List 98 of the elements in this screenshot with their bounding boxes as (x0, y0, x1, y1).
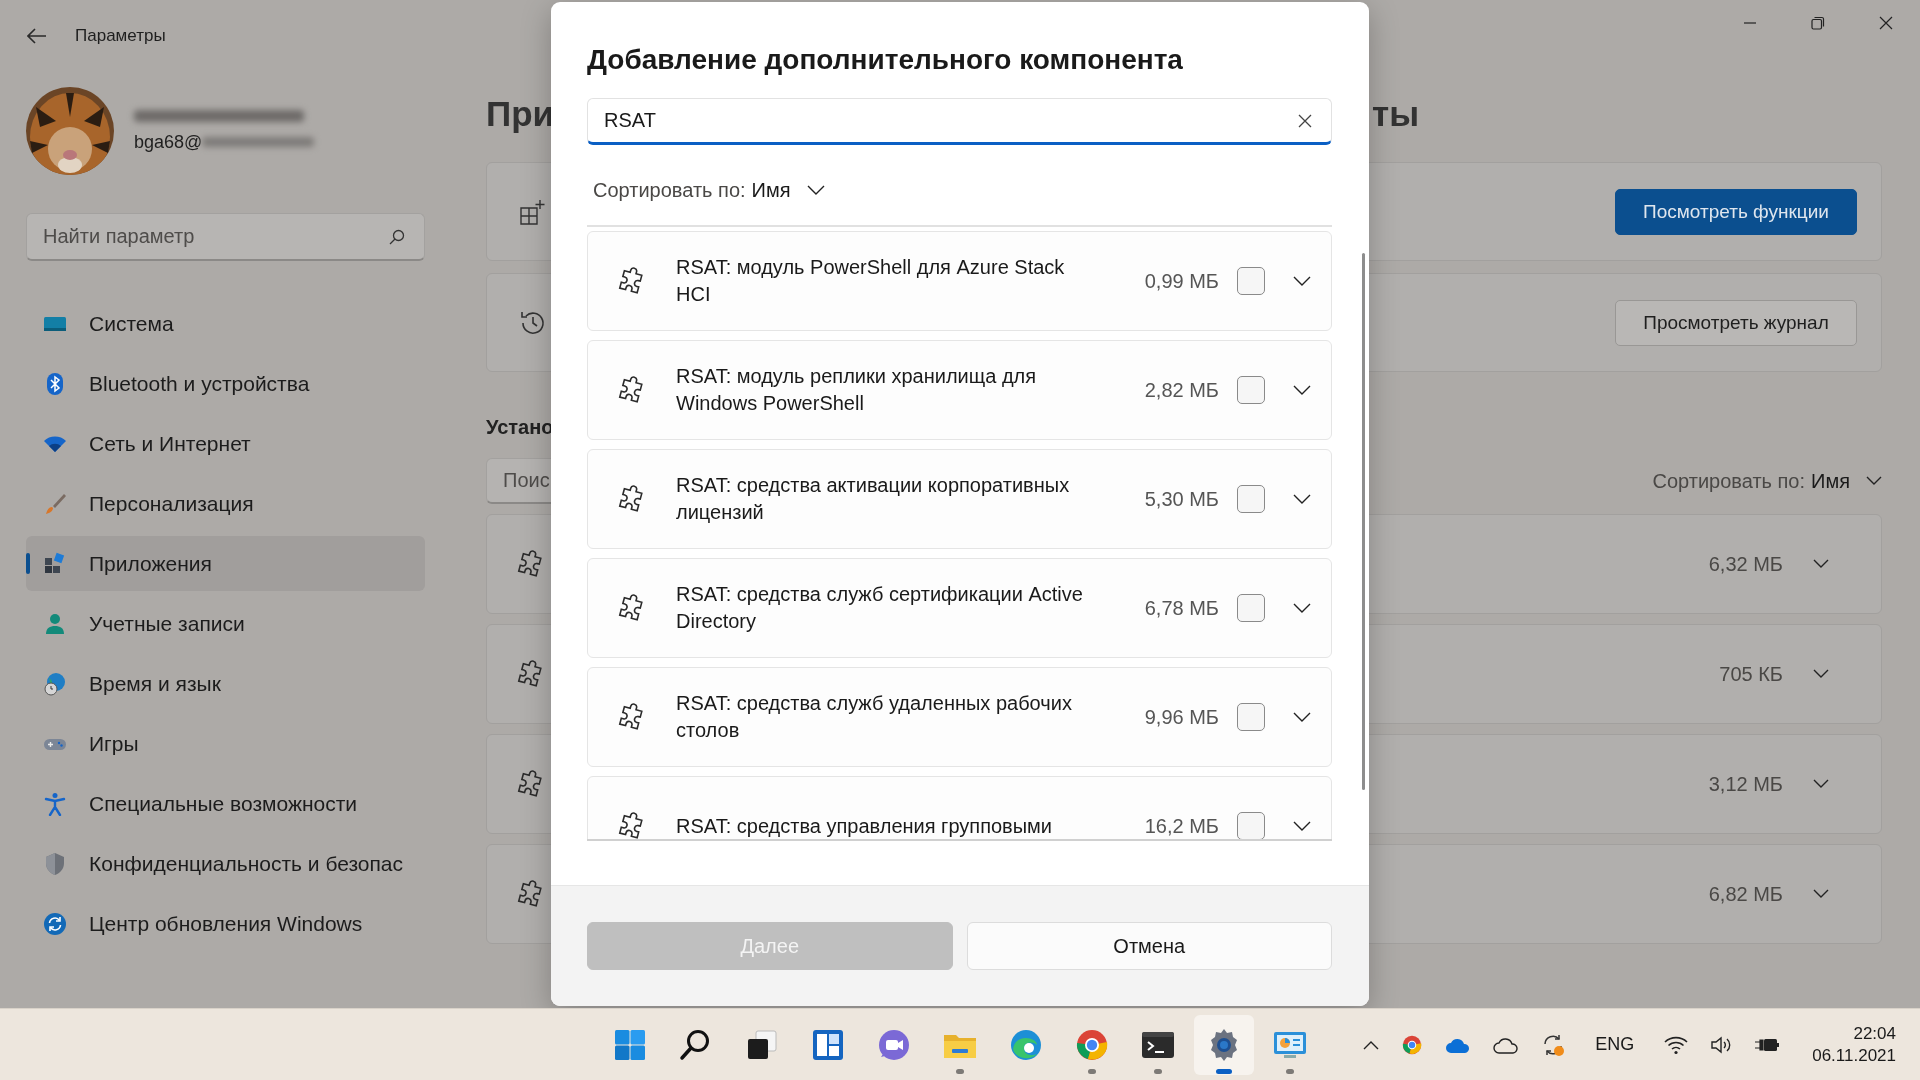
component-name: RSAT: модуль реплики хранилища для Windows PowerShell (676, 364, 1038, 416)
page-title: При (486, 94, 555, 134)
component-name: RSAT: средства управления групповыми (676, 813, 1053, 839)
time-icon (43, 671, 67, 696)
component-row[interactable]: RSAT: средства служб удаленных рабочих столов 9,96 МБ (587, 667, 1332, 767)
component-row[interactable]: RSAT: модуль реплики хранилища для Windows PowerShell 2,82 МБ (587, 340, 1332, 440)
dialog-button[interactable]: Отмена (966, 922, 1332, 970)
puzzle-icon (517, 550, 545, 578)
sync-icon[interactable] (1541, 1032, 1566, 1057)
shield-icon (43, 851, 67, 876)
clock-time[interactable]: 22:04 (1853, 1022, 1896, 1045)
account-email: bga68@ (134, 131, 203, 153)
component-size: 705 КБ (1719, 662, 1783, 686)
component-size: 5,30 МБ (1144, 487, 1219, 511)
component-size: 6,32 МБ (1708, 552, 1783, 576)
chevron-down-icon (1866, 476, 1882, 486)
chevron-down-icon[interactable] (1813, 669, 1829, 679)
chevron-down-icon[interactable] (1293, 711, 1311, 723)
component-name: RSAT: модуль PowerShell для Azure Stack HCI (676, 255, 1066, 307)
search-field[interactable]: RSAT (587, 98, 1332, 145)
component-size: 16,2 МБ (1144, 814, 1219, 838)
chrome-tray-icon[interactable] (1401, 1033, 1424, 1056)
nav-item[interactable]: Сеть и Интернет (26, 416, 425, 471)
checkbox[interactable] (1237, 485, 1265, 513)
restore-icon (1811, 16, 1825, 30)
clear-icon[interactable] (1298, 114, 1312, 128)
chevron-down-icon[interactable] (1293, 820, 1311, 832)
chevron-up-icon[interactable] (1363, 1039, 1380, 1050)
search-field[interactable]: Найти параметр (26, 213, 425, 261)
update-icon (43, 911, 67, 936)
cloud-icon[interactable] (1493, 1035, 1520, 1054)
puzzle-icon (618, 703, 646, 731)
brush-icon (43, 491, 67, 516)
nav-item[interactable]: Время и язык (26, 656, 425, 711)
checkbox[interactable] (1237, 376, 1265, 404)
chevron-down-icon (806, 184, 825, 196)
nav-item[interactable]: Специальные возможности (26, 776, 425, 831)
component-row[interactable]: RSAT: средства управления групповыми 16,2 МБ (587, 776, 1332, 839)
clock-date[interactable]: 06.11.2021 (1812, 1044, 1896, 1067)
window-title: Параметры (75, 26, 166, 46)
chevron-down-icon[interactable] (1813, 779, 1829, 789)
checkbox[interactable] (1237, 703, 1265, 731)
nav-item[interactable]: Игры (26, 716, 425, 771)
accessibility-icon (43, 791, 67, 816)
action-button[interactable]: Просмотреть журнал (1615, 299, 1857, 346)
settings-taskbar-button[interactable] (1194, 1014, 1254, 1075)
chevron-down-icon[interactable] (1293, 275, 1311, 287)
puzzle-icon (618, 485, 646, 513)
component-size: 3,12 МБ (1708, 772, 1783, 796)
page-title: ты (1372, 94, 1420, 134)
checkbox[interactable] (1237, 594, 1265, 622)
language-indicator[interactable]: ENG (1595, 1034, 1635, 1055)
chevron-down-icon[interactable] (1293, 384, 1311, 396)
chevron-down-icon[interactable] (1813, 889, 1829, 899)
checkbox[interactable] (1237, 812, 1265, 839)
component-row[interactable]: RSAT: модуль PowerShell для Azure Stack HCI 0,99 МБ (587, 231, 1332, 331)
component-name: RSAT: средства служб сертификации Active Directory (676, 582, 1084, 634)
speaker-icon[interactable] (1710, 1034, 1733, 1055)
component-size: 9,96 МБ (1144, 705, 1219, 729)
puzzle-icon (618, 267, 646, 295)
nav-item[interactable]: Приложения (26, 536, 425, 591)
component-size: 2,82 МБ (1144, 378, 1219, 402)
nav-item[interactable]: Система (26, 296, 425, 351)
puzzle-icon (618, 594, 646, 622)
apps-icon (43, 551, 67, 576)
wifi-icon[interactable] (1664, 1034, 1689, 1055)
component-row[interactable]: RSAT: средства активации корпоративных лицензий 5,30 МБ (587, 449, 1332, 549)
puzzle-icon (618, 376, 646, 404)
checkbox[interactable] (1237, 267, 1265, 295)
chevron-down-icon[interactable] (1813, 559, 1829, 569)
dialog-title: Добавление дополнительного компонента (587, 44, 1184, 77)
nav-item[interactable]: Конфиденциальность и безопас (26, 836, 425, 891)
close-icon (1879, 16, 1893, 30)
nav-item[interactable]: Учетные записи (26, 596, 425, 651)
component-name: RSAT: средства служб удаленных рабочих столов (676, 691, 1073, 743)
nav-item[interactable]: Персонализация (26, 476, 425, 531)
search-icon (389, 229, 405, 245)
add-apps-icon (519, 198, 545, 225)
chevron-down-icon[interactable] (1293, 493, 1311, 505)
puzzle-icon (517, 880, 545, 908)
scrollbar[interactable] (1362, 253, 1365, 790)
action-button[interactable]: Посмотреть функции (1615, 188, 1857, 235)
component-size: 6,82 МБ (1708, 882, 1783, 906)
sort-dropdown[interactable]: Сортировать по: Имя (1652, 469, 1882, 493)
component-row[interactable]: RSAT: средства служб сертификации Active Directory 6,78 МБ (587, 558, 1332, 658)
puzzle-icon (618, 812, 646, 839)
puzzle-icon (517, 770, 545, 798)
component-name: RSAT: средства активации корпоративных лицензий (676, 473, 1071, 525)
component-size: 0,99 МБ (1144, 269, 1219, 293)
puzzle-icon (517, 660, 545, 688)
sort-dropdown[interactable]: Сортировать по: Имя (593, 175, 825, 205)
person-icon (43, 611, 67, 636)
nav-item[interactable]: Bluetooth и устройства (26, 356, 425, 411)
component-size: 6,78 МБ (1144, 596, 1219, 620)
back-icon[interactable] (27, 28, 47, 44)
nav-item[interactable]: Центр обновления Windows (26, 896, 425, 951)
chevron-down-icon[interactable] (1293, 602, 1311, 614)
section-heading: Устано (486, 416, 555, 440)
